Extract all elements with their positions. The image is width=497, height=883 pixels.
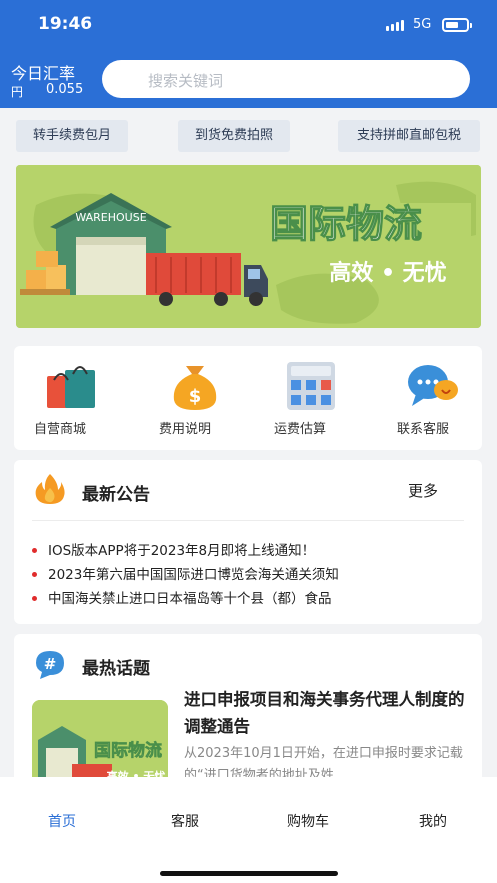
exchange-rate-label: 今日汇率 bbox=[11, 64, 76, 83]
bullet-dot bbox=[32, 572, 37, 577]
notice-item[interactable]: 2023年第六届中国国际进口博览会海关通关须知 bbox=[48, 563, 339, 583]
promo-banner[interactable]: WAREHOUSE 国际物流 高效 • 无忧 bbox=[16, 165, 481, 328]
svg-text:#: # bbox=[44, 655, 57, 673]
notice-title: 最新公告 bbox=[82, 485, 150, 505]
quick-link-mall[interactable]: 自营商城 bbox=[15, 360, 105, 438]
warehouse-sign: WAREHOUSE bbox=[75, 211, 146, 224]
quick-link-label: 费用说明 bbox=[158, 422, 211, 437]
status-time: 19:46 bbox=[38, 14, 93, 34]
chip-combined-shipping[interactable]: 支持拼邮直邮包税 bbox=[338, 120, 480, 152]
battery-icon bbox=[442, 18, 472, 32]
notice-card: 最新公告 更多 IOS版本APP将于2023年8月即将上线通知！ 2023年第六… bbox=[14, 460, 482, 624]
tab-service[interactable]: 客服 bbox=[171, 811, 199, 831]
signal-icon bbox=[386, 19, 408, 31]
notice-item[interactable]: 中国海关禁止进口日本福岛等十个县（都）食品 bbox=[48, 587, 332, 607]
network-label: 5G bbox=[413, 17, 432, 32]
home-indicator bbox=[160, 871, 338, 876]
quick-link-estimate[interactable]: 运费估算 bbox=[255, 360, 345, 438]
notice-more-link[interactable]: 更多 bbox=[408, 480, 438, 501]
status-bar: 19:46 5G bbox=[0, 0, 497, 50]
quick-links-card: 自营商城 $ 费用说明 运费估算 联系客服 bbox=[14, 346, 482, 450]
feature-chips: 转手续费包月 到货免费拍照 支持拼邮直邮包税 bbox=[0, 120, 497, 154]
exchange-rate-value: 0.055 bbox=[46, 82, 84, 97]
tab-cart[interactable]: 购物车 bbox=[287, 811, 329, 831]
chat-bubble-icon bbox=[408, 365, 458, 406]
quick-link-label: 联系客服 bbox=[396, 422, 449, 437]
banner-title: 国际物流 bbox=[270, 202, 422, 246]
notice-item[interactable]: IOS版本APP将于2023年8月即将上线通知！ bbox=[48, 539, 315, 559]
search-placeholder: 搜索关键词 bbox=[148, 72, 224, 90]
logistics-illustration: WAREHOUSE 国际物流 高效 • 无忧 bbox=[16, 165, 481, 328]
tab-profile[interactable]: 我的 bbox=[419, 811, 447, 831]
svg-text:$: $ bbox=[189, 386, 202, 407]
shopping-bag-icon bbox=[47, 366, 95, 408]
bullet-dot bbox=[32, 548, 37, 553]
app-header: 19:46 5G 今日汇率 円 0.055 搜索关键词 bbox=[0, 0, 497, 108]
quick-link-label: 运费估算 bbox=[273, 422, 326, 437]
tab-home[interactable]: 首页 bbox=[48, 811, 76, 831]
quick-link-label: 自营商城 bbox=[33, 422, 86, 437]
bullet-dot bbox=[32, 596, 37, 601]
search-input[interactable]: 搜索关键词 bbox=[102, 60, 470, 98]
quick-link-fees[interactable]: $ 费用说明 bbox=[140, 360, 230, 438]
topic-title[interactable]: 进口申报项目和海关事务代理人制度的调整通告 bbox=[184, 686, 474, 740]
quick-link-support[interactable]: 联系客服 bbox=[378, 360, 468, 438]
chip-free-photo[interactable]: 到货免费拍照 bbox=[178, 120, 290, 152]
calculator-icon bbox=[287, 362, 335, 410]
divider bbox=[32, 520, 464, 521]
flame-icon bbox=[35, 474, 65, 504]
bottom-tab-bar: 首页 客服 购物车 我的 bbox=[0, 777, 497, 883]
hot-topics-title: 最热话题 bbox=[82, 659, 150, 679]
chip-fee-monthly[interactable]: 转手续费包月 bbox=[16, 120, 128, 152]
money-bag-icon: $ bbox=[173, 366, 217, 410]
hashtag-icon: # bbox=[36, 651, 64, 679]
thumbnail-title: 国际物流 bbox=[94, 740, 162, 761]
banner-subtitle: 高效 • 无忧 bbox=[329, 260, 446, 286]
exchange-rate-unit: 円 bbox=[11, 85, 24, 99]
